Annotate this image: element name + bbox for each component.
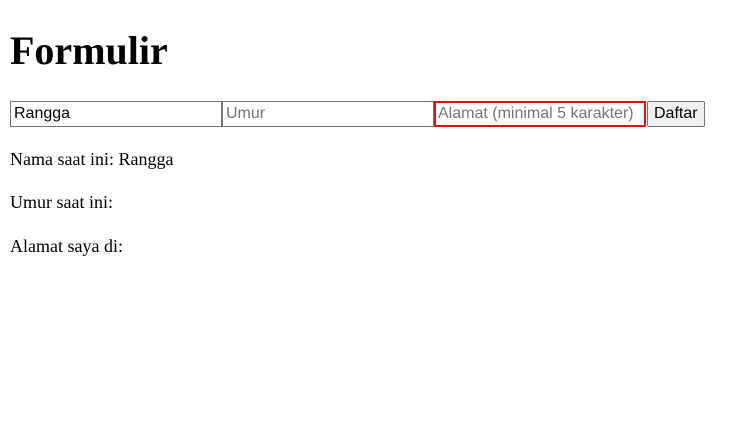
submit-button[interactable]: Daftar xyxy=(647,101,705,127)
name-input[interactable] xyxy=(10,101,222,127)
age-input[interactable] xyxy=(222,101,434,127)
address-input[interactable] xyxy=(434,101,646,127)
current-address-label: Alamat saya di: xyxy=(10,236,123,256)
page-title: Formulir xyxy=(10,28,168,73)
current-name-label: Nama saat ini: xyxy=(10,149,119,169)
registration-form: Daftar xyxy=(10,101,705,127)
current-address-text: Alamat saya di: xyxy=(10,235,123,257)
current-age-label: Umur saat ini: xyxy=(10,192,113,212)
page: Formulir Daftar Nama saat ini: Rangga Um… xyxy=(0,0,738,441)
current-age-text: Umur saat ini: xyxy=(10,191,113,213)
current-name-text: Nama saat ini: Rangga xyxy=(10,148,173,170)
current-name-value: Rangga xyxy=(118,149,174,169)
